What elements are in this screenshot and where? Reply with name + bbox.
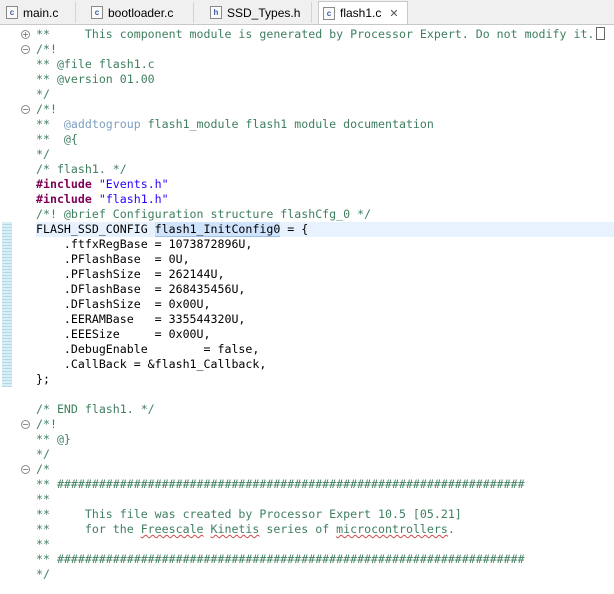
code-line: .DFlashSize = 0x00U,	[36, 297, 211, 311]
code-line: };	[36, 372, 50, 386]
code-line: /*!	[36, 102, 57, 116]
editor-tab-bar: c main.c c bootloader.c h SSD_Types.h c …	[0, 0, 614, 25]
code-line: .CallBack = &flash1_Callback,	[36, 357, 267, 371]
code-line: ** @version 01.00	[36, 72, 155, 86]
selected-identifier[interactable]: flash1_InitConfig0	[154, 222, 281, 237]
code-line: .PFlashSize = 262144U,	[36, 267, 225, 281]
tab-main-c[interactable]: c main.c	[2, 2, 76, 23]
code-line: ** @file flash1.c	[36, 57, 155, 71]
code-line: */	[36, 87, 50, 101]
code-line: .EEESize = 0x00U,	[36, 327, 211, 341]
collapse-fold-icon[interactable]: −	[21, 465, 30, 474]
tab-label: bootloader.c	[108, 5, 174, 20]
code-line: ** This component module is generated by…	[36, 27, 614, 42]
tab-label: flash1.c	[340, 6, 382, 20]
code-line: .ftfxRegBase = 1073872896U,	[36, 237, 253, 251]
code-line: #include "flash1.h"	[36, 192, 169, 206]
change-marker	[2, 222, 12, 387]
collapse-fold-icon[interactable]: −	[21, 45, 30, 54]
code-line: ** for the Freescale Kinetis series of m…	[36, 522, 455, 536]
code-line: /*!	[36, 42, 57, 56]
tab-label: SSD_Types.h	[227, 5, 301, 20]
collapse-fold-icon[interactable]: −	[21, 105, 30, 114]
code-line: /* flash1. */	[36, 162, 127, 176]
code-line: */	[36, 447, 50, 461]
expand-fold-icon[interactable]: +	[21, 30, 30, 39]
code-line: **	[36, 492, 50, 506]
code-line: /*!	[36, 417, 57, 431]
tab-ssd-types-h[interactable]: h SSD_Types.h	[206, 2, 312, 23]
code-line: ** @}	[36, 432, 71, 446]
tab-flash1-c[interactable]: c flash1.c ✕	[318, 1, 408, 24]
code-line: ** This file was created by Processor Ex…	[36, 507, 462, 521]
collapse-fold-icon[interactable]: −	[21, 420, 30, 429]
code-line: */	[36, 147, 50, 161]
code-line: .DFlashBase = 268435456U,	[36, 282, 246, 296]
code-line: .EERAMBase = 335544320U,	[36, 312, 246, 326]
change-ruler	[0, 25, 18, 594]
c-file-icon: c	[91, 6, 103, 19]
code-editor[interactable]: + − − − − ** This component module is ge…	[0, 25, 614, 594]
code-line: #include "Events.h"	[36, 177, 169, 191]
code-line: */	[36, 567, 50, 581]
code-line: /*	[36, 462, 50, 476]
code-line-current[interactable]: FLASH_SSD_CONFIG flash1_InitConfig0 = {	[36, 222, 614, 237]
tab-bootloader-c[interactable]: c bootloader.c	[87, 2, 194, 23]
code-line: ** @addtogroup flash1_module flash1 modu…	[36, 117, 434, 131]
close-icon[interactable]: ✕	[389, 7, 398, 20]
c-file-icon: c	[6, 6, 18, 19]
code-line: ** #####################################…	[36, 552, 525, 566]
tab-label: main.c	[23, 5, 59, 20]
code-line: /* END flash1. */	[36, 402, 155, 416]
code-line: .DebugEnable = false,	[36, 342, 260, 356]
code-line: .PFlashBase = 0U,	[36, 252, 190, 266]
overflow-box-icon	[596, 27, 606, 40]
code-line: ** @{	[36, 132, 78, 146]
h-file-icon: h	[210, 6, 222, 19]
code-line: ** #####################################…	[36, 477, 525, 491]
code-line: /*! @brief Configuration structure flash…	[36, 207, 372, 221]
code-lines: ** This component module is generated by…	[36, 27, 614, 582]
c-file-icon: c	[323, 6, 335, 20]
code-line: **	[36, 537, 50, 551]
